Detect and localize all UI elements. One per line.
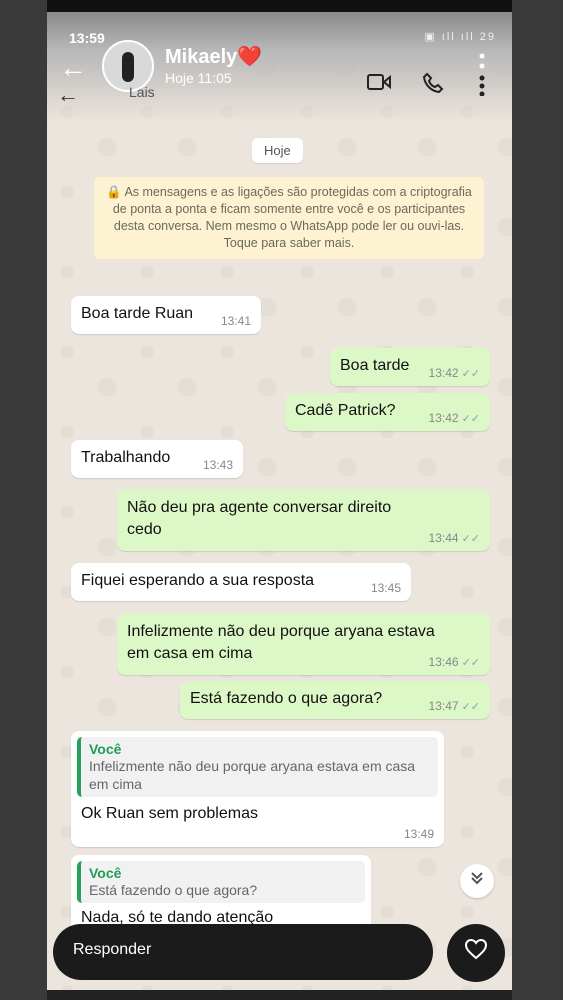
message-incoming[interactable]: Boa tarde Ruan 13:41 <box>71 296 261 334</box>
message-text: Não deu pra agente conversar direito ced… <box>127 499 392 538</box>
message-time: 13:44 ✓✓ <box>428 531 480 545</box>
contact-name[interactable]: Mikaely❤️ <box>165 44 262 69</box>
encryption-notice[interactable]: 🔒 As mensagens e as ligações são protegi… <box>94 177 484 259</box>
message-time: 13:42 ✓✓ <box>428 411 480 425</box>
message-time: 13:49 <box>403 827 434 841</box>
reply-input[interactable]: Responder <box>53 924 433 980</box>
message-outgoing[interactable]: Infelizmente não deu porque aryana estav… <box>117 613 490 675</box>
message-time: 13:43 <box>202 458 233 472</box>
message-time: 13:41 <box>220 314 251 328</box>
message-outgoing[interactable]: Cadê Patrick? 13:42 ✓✓ <box>285 393 490 431</box>
phone-call-icon[interactable] <box>422 72 444 100</box>
right-border <box>512 0 563 1000</box>
message-incoming[interactable]: Fiquei esperando a sua resposta 13:45 <box>71 563 411 601</box>
quoted-message[interactable]: Você Está fazendo o que agora? <box>77 861 365 903</box>
quote-author: Você <box>89 865 122 881</box>
message-outgoing[interactable]: Está fazendo o que agora? 13:47 ✓✓ <box>180 681 490 719</box>
chat-screen: 13:59 ▣ ıll ıll 29 ← ← Lais Mikaely❤️ Ho… <box>47 12 512 1000</box>
quote-text: Está fazendo o que agora? <box>89 882 258 898</box>
top-border <box>47 0 512 12</box>
ghost-contact-name: Lais <box>129 84 155 100</box>
status-icons: ▣ ıll ıll 29 <box>424 31 496 43</box>
message-text: Infelizmente não deu porque aryana estav… <box>127 623 435 662</box>
message-incoming-reply[interactable]: Você Infelizmente não deu porque aryana … <box>71 731 444 847</box>
reply-placeholder: Responder <box>73 941 152 958</box>
video-call-icon[interactable] <box>367 72 391 98</box>
message-incoming[interactable]: Trabalhando 13:43 <box>71 440 243 478</box>
menu-dots-icon[interactable] <box>479 52 485 102</box>
quote-author: Você <box>89 741 122 757</box>
message-outgoing[interactable]: Boa tarde 13:42 ✓✓ <box>330 348 490 386</box>
heart-icon[interactable] <box>447 924 505 982</box>
bottom-strip <box>47 990 512 1000</box>
back-arrow-icon-ghost: ← <box>57 82 79 107</box>
contact-subtitle: Hoje 11:05 <box>165 70 232 86</box>
date-chip: Hoje <box>252 138 303 163</box>
message-text: Fiquei esperando a sua resposta <box>81 572 315 589</box>
left-border <box>0 0 47 1000</box>
message-outgoing[interactable]: Não deu pra agente conversar direito ced… <box>117 489 490 551</box>
message-time: 13:46 ✓✓ <box>428 655 480 669</box>
status-time: 13:59 <box>69 30 105 46</box>
quoted-message[interactable]: Você Infelizmente não deu porque aryana … <box>77 737 438 797</box>
message-text: Ok Ruan sem problemas <box>81 805 258 822</box>
message-time: 13:47 ✓✓ <box>428 699 480 713</box>
chat-header: 13:59 ▣ ıll ıll 29 ← ← Lais Mikaely❤️ Ho… <box>47 12 512 122</box>
back-arrow-icon[interactable]: ← <box>59 52 87 84</box>
message-time: 13:45 <box>370 581 401 595</box>
message-time: 13:42 ✓✓ <box>428 366 480 380</box>
scroll-down-chevron-icon[interactable] <box>460 864 494 898</box>
quote-text: Infelizmente não deu porque aryana estav… <box>89 758 416 792</box>
